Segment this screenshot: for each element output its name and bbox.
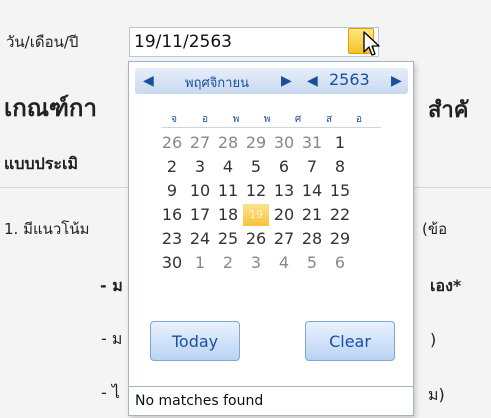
calendar-day[interactable]: 2	[159, 156, 185, 178]
calendar-day[interactable]: 21	[299, 204, 325, 226]
next-month-icon[interactable]: ▶	[281, 73, 292, 89]
weekday-header: ศ	[294, 114, 302, 125]
calendar-day[interactable]: 2	[215, 252, 241, 274]
option-text-continued: เอง*	[430, 276, 462, 295]
calendar-week-row: 30 1 2 3 4 5 6	[159, 252, 387, 276]
calendar-day[interactable]: 22	[327, 204, 353, 226]
option-text-continued: )	[430, 330, 437, 349]
calendar-week-row: 2 3 4 5 6 7 8	[159, 156, 387, 180]
calendar-day[interactable]: 6	[327, 252, 353, 274]
calendar-day[interactable]: 9	[159, 180, 185, 202]
calendar-week-row: 23 24 25 26 27 28 29	[159, 228, 387, 252]
calendar-day[interactable]: 29	[243, 132, 269, 154]
prev-month-icon[interactable]: ◀	[143, 73, 154, 89]
prev-year-icon[interactable]: ◀	[307, 73, 318, 89]
page-heading-continued: สำคั	[428, 98, 469, 123]
section-heading: แบบประเมิ	[4, 154, 78, 173]
calendar-day[interactable]: 30	[271, 132, 297, 154]
option-text: - ม	[100, 276, 123, 295]
calendar-day[interactable]: 25	[215, 228, 241, 250]
calendar-day[interactable]: 14	[299, 180, 325, 202]
calendar-popup: ◀ พฤศจิกายน ▶ ◀ 2563 ▶ จ อ พ พ ศ ส อ 26 …	[128, 61, 414, 416]
calendar-day[interactable]: 24	[187, 228, 213, 250]
calendar-day[interactable]: 5	[299, 252, 325, 274]
question-text-continued: (ข้อ	[422, 220, 448, 238]
calendar-day[interactable]: 26	[159, 132, 185, 154]
calendar-day[interactable]: 3	[243, 252, 269, 274]
calendar-day[interactable]: 26	[243, 228, 269, 250]
calendar-day[interactable]: 27	[187, 132, 213, 154]
option-text: - ไ	[101, 383, 120, 402]
calendar-day[interactable]: 28	[299, 228, 325, 250]
weekday-header: จ	[171, 114, 177, 125]
year-selector[interactable]: 2563	[329, 70, 370, 89]
weekday-header: อ	[201, 114, 208, 125]
calendar-day[interactable]: 3	[187, 156, 213, 178]
calendar-day[interactable]: 5	[243, 156, 269, 178]
calendar-nav-bar: ◀ พฤศจิกายน ▶ ◀ 2563 ▶	[135, 68, 408, 94]
calendar-day[interactable]: 6	[271, 156, 297, 178]
calendar-day[interactable]: 11	[215, 180, 241, 202]
calendar-day[interactable]: 28	[215, 132, 241, 154]
calendar-day[interactable]: 18	[215, 204, 241, 226]
weekday-header: พ	[232, 114, 240, 125]
calendar-day[interactable]: 20	[271, 204, 297, 226]
calendar-day[interactable]: 10	[187, 180, 213, 202]
weekday-divider	[161, 127, 381, 128]
calendar-day-selected[interactable]: 19	[243, 204, 269, 226]
calendar-week-row: 9 10 11 12 13 14 15	[159, 180, 387, 204]
page-heading: เกณฑ์กา	[4, 94, 97, 122]
calendar-day[interactable]: 1	[327, 132, 353, 154]
calendar-day[interactable]: 23	[159, 228, 185, 250]
weekday-header: พ	[263, 114, 271, 125]
calendar-day[interactable]: 30	[159, 252, 185, 274]
calendar-day[interactable]: 12	[243, 180, 269, 202]
month-selector[interactable]: พฤศจิกายน	[185, 72, 249, 93]
clear-button[interactable]: Clear	[305, 321, 395, 361]
weekday-header: อ	[355, 114, 362, 125]
calendar-week-row: 16 17 18 19 20 21 22	[159, 204, 387, 228]
calendar-footer-status: No matches found	[129, 386, 413, 415]
calendar-week-row: 26 27 28 29 30 31 1	[159, 132, 387, 156]
calendar-day-grid: 26 27 28 29 30 31 1 2 3 4 5 6 7 8 9 10 1…	[159, 132, 387, 276]
calendar-day[interactable]: 4	[215, 156, 241, 178]
today-button[interactable]: Today	[150, 321, 240, 361]
calendar-day[interactable]: 13	[271, 180, 297, 202]
calendar-day[interactable]: 16	[159, 204, 185, 226]
calendar-day[interactable]: 8	[327, 156, 353, 178]
calendar-day[interactable]: 4	[271, 252, 297, 274]
date-input[interactable]: 19/11/2563	[129, 27, 379, 57]
calendar-day[interactable]: 29	[327, 228, 353, 250]
calendar-day[interactable]: 17	[187, 204, 213, 226]
calendar-day[interactable]: 1	[187, 252, 213, 274]
option-text-continued: ม)	[428, 385, 445, 404]
date-label: วัน/เดือน/ปี	[6, 33, 79, 51]
calendar-day[interactable]: 7	[299, 156, 325, 178]
option-text: - ม	[101, 329, 123, 348]
next-year-icon[interactable]: ▶	[391, 73, 402, 89]
calendar-day[interactable]: 31	[299, 132, 325, 154]
question-text: 1. มีแนวโน้ม	[4, 220, 90, 238]
mouse-cursor-icon	[363, 31, 380, 56]
weekday-header: ส	[325, 114, 333, 125]
calendar-day[interactable]: 15	[327, 180, 353, 202]
calendar-day[interactable]: 27	[271, 228, 297, 250]
